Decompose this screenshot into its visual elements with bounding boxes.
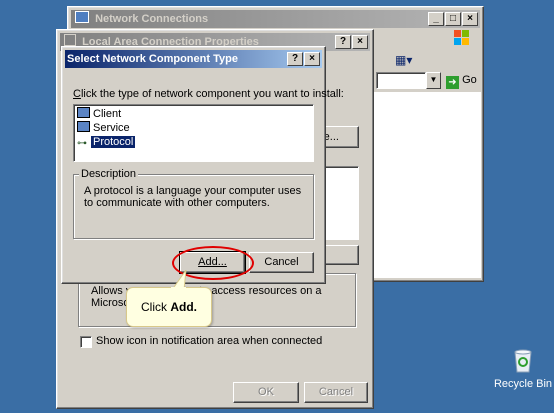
list-item-service[interactable]: Service	[77, 121, 310, 135]
show-icon-checkbox[interactable]	[80, 336, 92, 348]
minimize-button[interactable]: _	[428, 12, 444, 26]
views-icon[interactable]: ▦▾	[395, 52, 419, 68]
dialog-help-button[interactable]: ?	[287, 52, 303, 66]
callout-pointer	[171, 270, 187, 290]
network-connections-titlebar[interactable]: Network Connections _ □ ×	[71, 10, 480, 28]
description-heading: Description	[79, 168, 139, 180]
dialog-cancel-label: Cancel	[264, 256, 299, 268]
recycle-bin-label: Recycle Bin	[493, 378, 553, 390]
recycle-bin-icon	[514, 349, 532, 373]
address-dropdown-button[interactable]: ▼	[426, 72, 441, 89]
callout-prefix: Click	[140, 300, 171, 314]
go-label: Go	[462, 74, 477, 86]
maximize-button[interactable]: □	[445, 12, 461, 26]
show-icon-label[interactable]: Show icon in notification area when conn…	[96, 335, 346, 347]
recycle-bin[interactable]: Recycle Bin	[492, 346, 554, 392]
lac-close-button[interactable]: ×	[352, 35, 368, 49]
lac-title-icon	[64, 34, 76, 46]
list-item-client[interactable]: Client	[77, 107, 310, 121]
address-input[interactable]	[376, 72, 426, 89]
dialog-instruction: Click the type of network component you …	[73, 88, 344, 100]
instruction-callout: Click Add.	[126, 287, 212, 327]
windows-logo-icon	[454, 30, 470, 46]
component-list[interactable]: Client Service ⊶ Protocol	[73, 104, 314, 162]
list-item-protocol[interactable]: ⊶ Protocol	[77, 135, 310, 149]
service-icon	[77, 121, 90, 132]
lac-ok-button[interactable]: OK	[233, 382, 299, 403]
network-icon	[75, 11, 89, 23]
close-button[interactable]: ×	[462, 12, 478, 26]
dialog-close-button[interactable]: ×	[304, 52, 320, 66]
dialog-instruction-rest: lick the type of network component you w…	[80, 88, 344, 100]
dialog-titlebar[interactable]: Select Network Component Type ? ×	[65, 50, 322, 68]
select-component-dialog: Select Network Component Type ? × Click …	[61, 46, 344, 284]
lac-help-button[interactable]: ?	[335, 35, 351, 49]
description-text: A protocol is a language your computer u…	[84, 185, 302, 209]
client-icon	[77, 107, 90, 118]
network-connections-content	[371, 92, 481, 278]
lac-cancel-button[interactable]: Cancel	[304, 382, 368, 403]
go-arrow-icon: ➜	[446, 76, 459, 89]
dialog-cancel-button[interactable]: Cancel	[249, 252, 314, 273]
network-connections-title: Network Connections	[95, 13, 209, 25]
go-button[interactable]: ➜ Go	[446, 72, 480, 89]
protocol-icon: ⊶	[77, 138, 87, 149]
dialog-title: Select Network Component Type	[67, 53, 238, 65]
callout-emphasis: Add.	[170, 300, 197, 314]
